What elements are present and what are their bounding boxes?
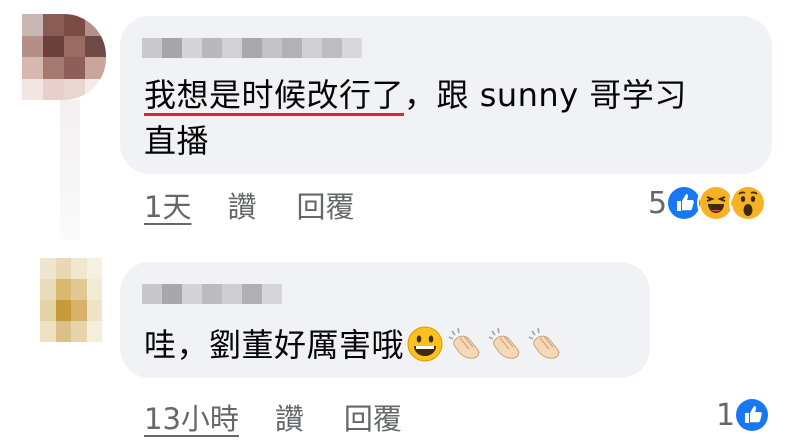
like-button[interactable]: 讚	[227, 184, 256, 226]
comment-bubble: 我想是时候改行了，跟 sunny 哥学习 直播	[120, 16, 772, 174]
grinning-face-icon	[407, 326, 443, 362]
clapping-hands-icon	[528, 327, 560, 359]
comment-text-underlined: 我想是时候改行了	[144, 76, 405, 114]
timestamp-link[interactable]: 13小時	[144, 396, 239, 438]
comment-bubble: 哇，劉董好厲害哦	[120, 262, 650, 378]
thread-connector	[60, 100, 80, 240]
comment-text: 哇，劉董好厲害哦	[144, 322, 564, 368]
comment-text-rest: ，跟 sunny 哥学习	[404, 76, 687, 114]
like-icon	[733, 396, 772, 434]
comment-text: 我想是时候改行了，跟 sunny 哥学习 直播	[144, 72, 687, 164]
reply-button[interactable]: 回覆	[296, 184, 354, 226]
like-button[interactable]: 讚	[275, 396, 304, 438]
comment-actions: 13小時 讚 回覆	[144, 396, 402, 438]
reply-button[interactable]: 回覆	[344, 396, 402, 438]
clapping-hands-icon	[448, 327, 480, 359]
comment-text-body: 哇，劉董好厲害哦	[144, 326, 405, 364]
comment-text-line2: 直播	[144, 122, 210, 160]
comment-actions: 1天 讚 回覆	[144, 184, 354, 226]
reaction-summary[interactable]: 1	[716, 396, 772, 434]
avatar[interactable]	[40, 258, 102, 342]
reaction-summary[interactable]: 5	[648, 184, 768, 222]
timestamp-link[interactable]: 1天	[144, 184, 191, 226]
wow-icon	[729, 184, 768, 222]
clapping-hands-icon	[488, 327, 520, 359]
blurred-commenter-name[interactable]	[142, 38, 362, 58]
blurred-commenter-name[interactable]	[142, 284, 282, 304]
avatar[interactable]	[22, 14, 106, 100]
